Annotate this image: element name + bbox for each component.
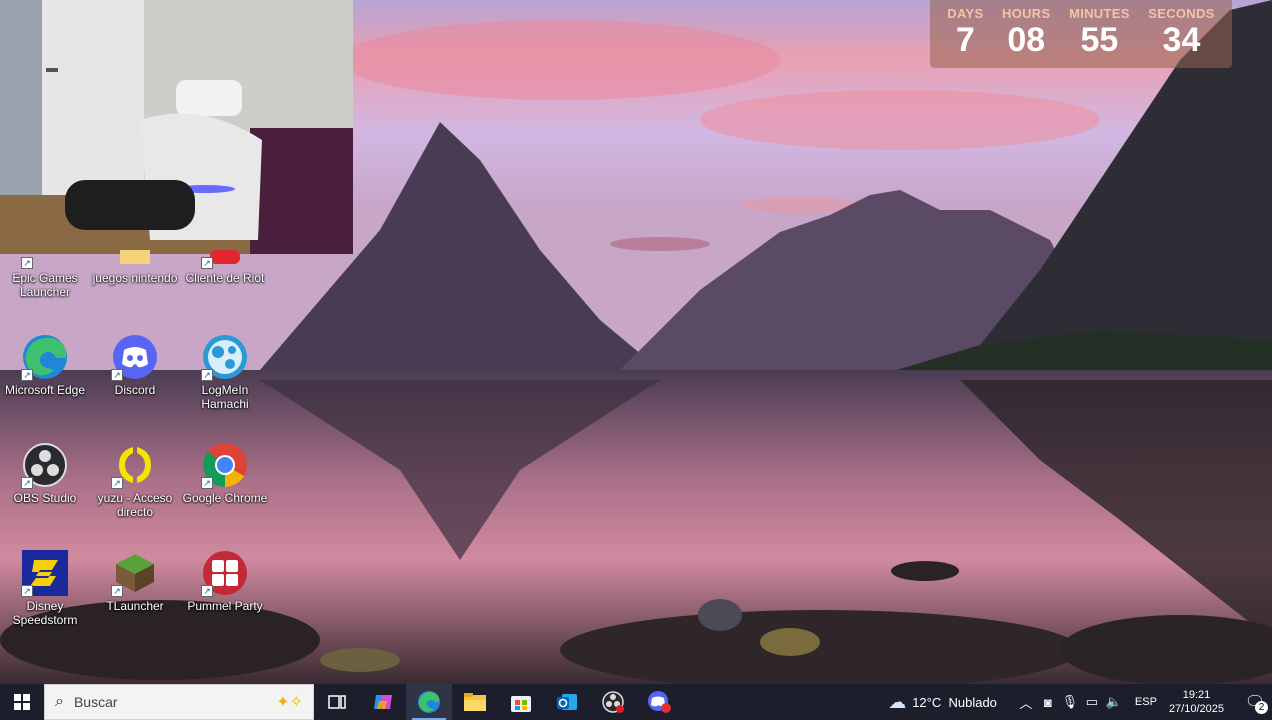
search-highlight-icon: ✦✧ [276,694,303,711]
desktop-icon-epic-games[interactable]: ↗ Epic Games Launcher [0,245,90,299]
show-hidden-icons-chevron-icon[interactable]: ︿ [1015,693,1037,712]
countdown-value: 34 [1162,21,1201,59]
countdown-value: 55 [1080,21,1119,59]
countdown-minutes: MINUTES 55 [1069,6,1130,59]
tlauncher-icon: ↗ [111,549,159,597]
countdown-value: 08 [1007,21,1046,59]
disney-speedstorm-icon: ↗ [21,549,69,597]
desktop-icon-label: Disney Speedstorm [12,599,78,627]
taskbar-search-box[interactable]: ⌕ Buscar ✦✧ [44,684,314,720]
search-icon: ⌕ [55,693,64,710]
countdown-widget: DAYS 7 HOURS 08 MINUTES 55 SECONDS 34 [930,0,1232,68]
desktop-icon-label: Discord [114,383,156,397]
taskbar-edge[interactable] [406,684,452,720]
desktop-icon-label: TLauncher [106,599,164,613]
file-explorer-icon [464,693,486,711]
weather-temperature: 12°C [912,694,942,710]
desktop-icon-discord[interactable]: ↗ Discord [90,333,180,397]
clock-date: 27/10/2025 [1168,703,1224,715]
desktop-icon-label: LogMeIn Hamachi [201,383,249,411]
countdown-label: MINUTES [1069,6,1130,21]
desktop-icon-hamachi[interactable]: ↗ LogMeIn Hamachi [180,333,270,411]
input-language[interactable]: ESP [1135,696,1157,708]
weather-condition: Nublado [948,694,997,710]
countdown-hours: HOURS 08 [1002,6,1050,59]
desktop-icon-label: juegos nintendo [92,271,178,285]
yuzu-icon: ↗ [111,441,159,489]
countdown-label: SECONDS [1148,6,1215,21]
copilot-icon [374,695,392,709]
weather-widget[interactable]: ☁ 12°C Nublado [888,692,997,713]
obs-icon [602,691,624,713]
edge-icon [418,691,440,713]
desktop-icon-label: Google Chrome [182,491,268,505]
cloud-icon: ☁ [888,691,907,712]
epic-games-icon: ↗ [21,245,69,269]
system-tray: ☁ 12°C Nublado ︿ ◙ 🎙 ▭ 🔈 ESP 19:21 27/10… [888,684,1272,720]
network-icon[interactable]: ▭ [1081,694,1103,710]
task-view-icon [328,695,346,709]
countdown-label: DAYS [947,6,984,21]
chrome-icon: ↗ [201,441,249,489]
desktop-icon-label: Epic Games Launcher [12,271,78,299]
desktop-icon-disney-speedstorm[interactable]: ↗ Disney Speedstorm [0,549,90,627]
microsoft-store-icon [511,696,531,712]
camera-icon[interactable]: ◙ [1037,695,1059,710]
discord-icon: ↗ [111,333,159,381]
edge-icon: ↗ [21,333,69,381]
outlook-icon [557,694,577,710]
notification-count-badge: 2 [1255,701,1268,714]
desktop-icon-riot-client[interactable]: ↗ Cliente de Riot [180,245,270,285]
microphone-icon[interactable]: 🎙 [1059,694,1081,710]
countdown-value: 7 [955,21,975,59]
taskbar: ⌕ Buscar ✦✧ ☁ 12°C Nublado ︿ ◙ 🎙 ▭ 🔈 ESP… [0,684,1272,720]
webcam-overlay [0,0,353,254]
desktop-icons: ↗ Epic Games Launcher juegos nintendo ↗ … [0,245,280,640]
desktop-icon-google-chrome[interactable]: ↗ Google Chrome [180,441,270,505]
desktop-icon-label: Cliente de Riot [185,271,265,285]
taskbar-task-view[interactable] [314,684,360,720]
desktop-icon-microsoft-edge[interactable]: ↗ Microsoft Edge [0,333,90,397]
start-button[interactable] [0,684,44,720]
folder-icon [111,245,159,269]
search-placeholder: Buscar [73,694,118,710]
notification-center-button[interactable]: 🗨 2 [1238,684,1272,720]
desktop-icon-label: Pummel Party [187,599,263,613]
desktop-icon-label: yuzu - Acceso directo [97,491,173,519]
taskbar-microsoft-store[interactable] [498,684,544,720]
countdown-seconds: SECONDS 34 [1148,6,1214,59]
taskbar-file-explorer[interactable] [452,684,498,720]
countdown-days: DAYS 7 [947,6,983,59]
taskbar-outlook[interactable] [544,684,590,720]
hamachi-icon: ↗ [201,333,249,381]
clock-time: 19:21 [1182,689,1211,701]
discord-icon [648,691,671,713]
desktop-icon-pummel-party[interactable]: ↗ Pummel Party [180,549,270,613]
desktop-icon-label: OBS Studio [13,491,77,505]
riot-client-icon: ↗ [201,245,249,269]
desktop-icon-tlauncher[interactable]: ↗ TLauncher [90,549,180,613]
obs-icon: ↗ [21,441,69,489]
desktop-icon-yuzu[interactable]: ↗ yuzu - Acceso directo [90,441,180,519]
taskbar-copilot[interactable] [360,684,406,720]
desktop-icon-obs-studio[interactable]: ↗ OBS Studio [0,441,90,505]
volume-icon[interactable]: 🔈 [1103,694,1125,710]
taskbar-discord[interactable] [636,684,682,720]
desktop-icon-juegos-nintendo[interactable]: juegos nintendo [90,245,180,285]
taskbar-obs[interactable] [590,684,636,720]
countdown-label: HOURS [1002,6,1051,21]
pummel-party-icon: ↗ [201,549,249,597]
windows-logo-icon [14,694,30,710]
taskbar-clock[interactable]: 19:21 27/10/2025 [1169,688,1224,716]
desktop-icon-label: Microsoft Edge [4,383,86,397]
